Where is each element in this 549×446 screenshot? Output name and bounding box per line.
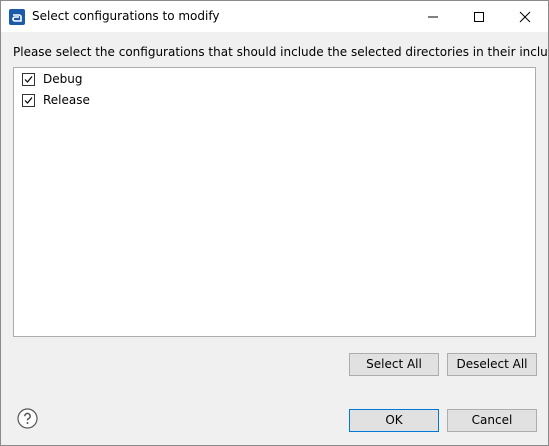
checkmark-icon bbox=[24, 76, 33, 83]
dialog-window: Select configurations to modify Please s… bbox=[0, 0, 549, 446]
deselect-all-button[interactable]: Deselect All bbox=[447, 353, 537, 376]
window-title: Select configurations to modify bbox=[32, 9, 220, 23]
debug-checkbox[interactable] bbox=[22, 73, 35, 86]
configuration-label: Debug bbox=[43, 72, 83, 86]
close-button[interactable] bbox=[502, 1, 548, 32]
app-logo-icon bbox=[9, 9, 25, 25]
ok-button[interactable]: OK bbox=[349, 409, 439, 432]
minimize-icon bbox=[428, 16, 438, 18]
configuration-list[interactable]: Debug Release bbox=[13, 67, 536, 337]
cancel-button[interactable]: Cancel bbox=[447, 409, 537, 432]
minimize-button[interactable] bbox=[410, 1, 456, 32]
help-icon[interactable] bbox=[17, 408, 38, 429]
checkmark-icon bbox=[24, 97, 33, 104]
instruction-text: Please select the configurations that sh… bbox=[13, 45, 549, 59]
maximize-button[interactable] bbox=[456, 1, 502, 32]
close-icon bbox=[519, 11, 531, 23]
title-bar[interactable]: Select configurations to modify bbox=[1, 1, 548, 32]
release-checkbox[interactable] bbox=[22, 94, 35, 107]
configuration-label: Release bbox=[43, 93, 90, 107]
select-all-button[interactable]: Select All bbox=[349, 353, 439, 376]
maximize-icon bbox=[474, 12, 484, 22]
